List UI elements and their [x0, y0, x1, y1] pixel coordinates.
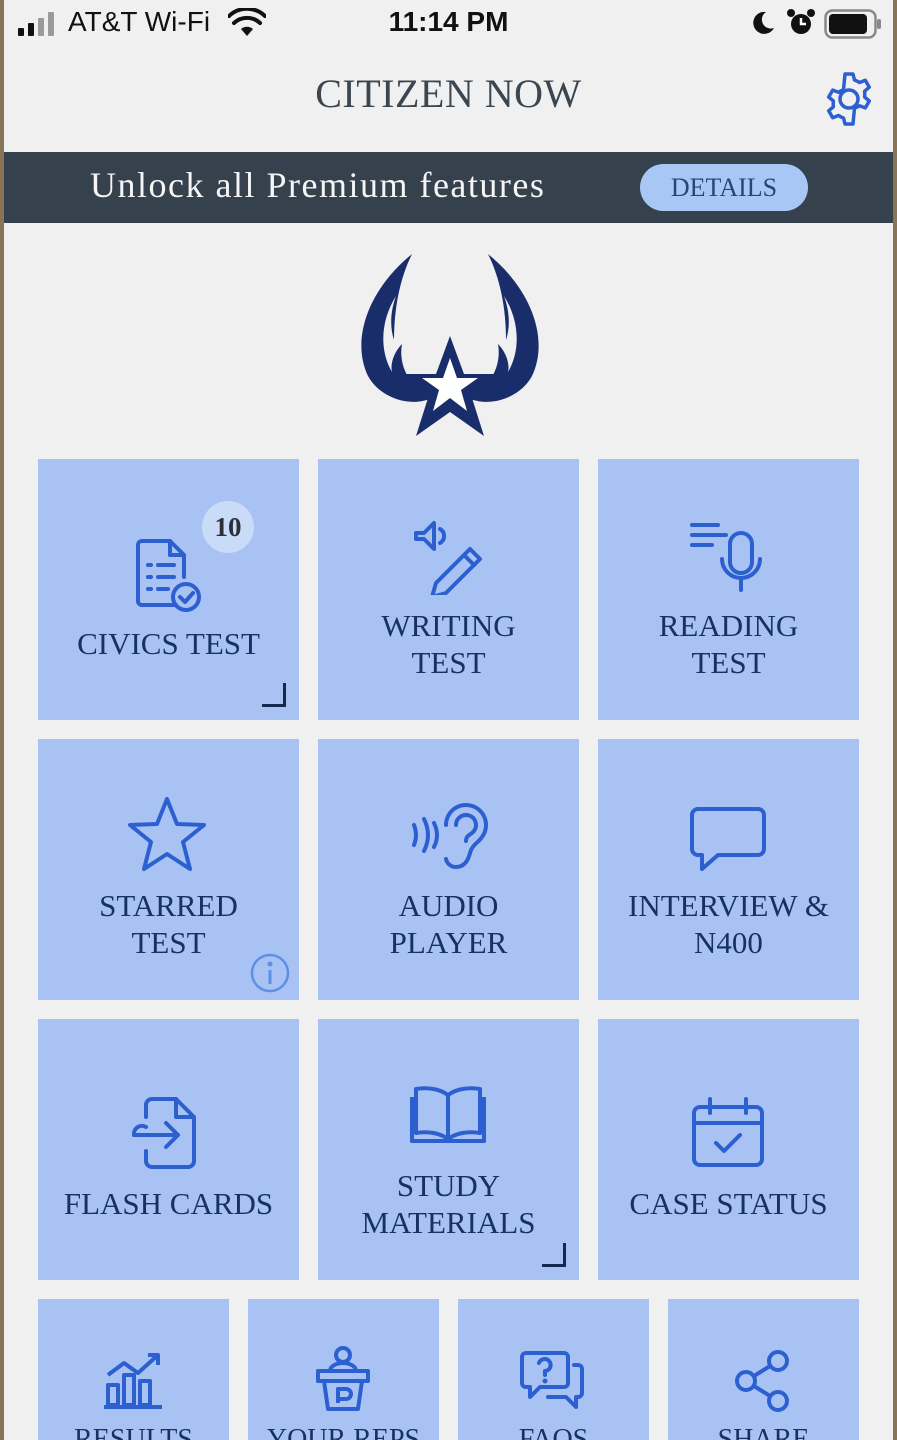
flash-card-icon: [131, 1097, 196, 1169]
tile-label: FLASH CARDS: [63, 1186, 274, 1221]
tile-label: READING TEST: [658, 608, 799, 680]
share-icon: [735, 1350, 789, 1412]
winged-star-logo: [361, 254, 539, 436]
premium-banner: Unlock all Premium features DETAILS: [4, 152, 893, 223]
alarm-clock-icon: [787, 9, 815, 34]
tile-case-status[interactable]: CASE STATUS: [598, 1019, 859, 1280]
details-button[interactable]: DETAILS: [640, 164, 808, 211]
checklist-icon: [136, 539, 201, 612]
tile-flash-cards[interactable]: FLASH CARDS: [38, 1019, 299, 1280]
gear-icon[interactable]: [820, 70, 878, 128]
battery-icon: [824, 9, 881, 39]
tile-faqs[interactable]: FAQS: [458, 1299, 649, 1440]
book-icon: [410, 1086, 486, 1143]
tile-interview-n400[interactable]: INTERVIEW & N400: [598, 739, 859, 1000]
tile-label: SHARE: [717, 1424, 810, 1440]
tile-label: CIVICS TEST: [77, 626, 260, 661]
tile-study-materials[interactable]: STUDY MATERIALS: [318, 1019, 579, 1280]
question-bubble-icon: [520, 1351, 584, 1409]
star-icon: [128, 797, 206, 871]
calendar-check-icon: [692, 1097, 764, 1167]
tile-label: STUDY MATERIALS: [361, 1168, 536, 1240]
tile-results[interactable]: RESULTS: [38, 1299, 229, 1440]
tile-label: CASE STATUS: [629, 1186, 828, 1221]
tile-writing-test[interactable]: WRITING TEST: [318, 459, 579, 720]
ear-icon: [412, 803, 488, 869]
app-screen: AT&T Wi-Fi 11:14 PM CITIZEN NOW Unlock a…: [4, 0, 893, 1440]
expand-corner-icon: [542, 1243, 566, 1267]
tile-label: RESULTS: [74, 1424, 193, 1440]
chat-bubble-icon: [690, 807, 766, 871]
tile-label: INTERVIEW & N400: [628, 888, 829, 960]
tile-share[interactable]: SHARE: [668, 1299, 859, 1440]
expand-corner-icon: [262, 683, 286, 707]
tile-label: STARRED TEST: [99, 888, 238, 960]
podium-icon: [316, 1346, 370, 1411]
tile-label: WRITING TEST: [381, 608, 516, 680]
tile-label: FAQS: [518, 1424, 589, 1440]
bar-chart-icon: [104, 1353, 162, 1409]
info-icon[interactable]: [250, 953, 290, 993]
moon-icon: [753, 11, 774, 34]
notification-badge: 10: [202, 501, 254, 553]
premium-banner-text: Unlock all Premium features: [90, 165, 546, 205]
tile-your-reps[interactable]: YOUR REPS: [248, 1299, 439, 1440]
tile-audio-player[interactable]: AUDIO PLAYER: [318, 739, 579, 1000]
microphone-icon: [690, 523, 762, 592]
tile-label: YOUR REPS: [266, 1424, 421, 1440]
tile-starred-test[interactable]: STARRED TEST: [38, 739, 299, 1000]
tile-reading-test[interactable]: READING TEST: [598, 459, 859, 720]
page-title: CITIZEN NOW: [315, 71, 582, 116]
tile-label: AUDIO PLAYER: [389, 888, 508, 960]
pencil-speaker-icon: [414, 521, 482, 595]
tile-civics-test[interactable]: 10 CIVICS TEST: [38, 459, 299, 720]
status-bar: AT&T Wi-Fi 11:14 PM: [4, 0, 893, 50]
